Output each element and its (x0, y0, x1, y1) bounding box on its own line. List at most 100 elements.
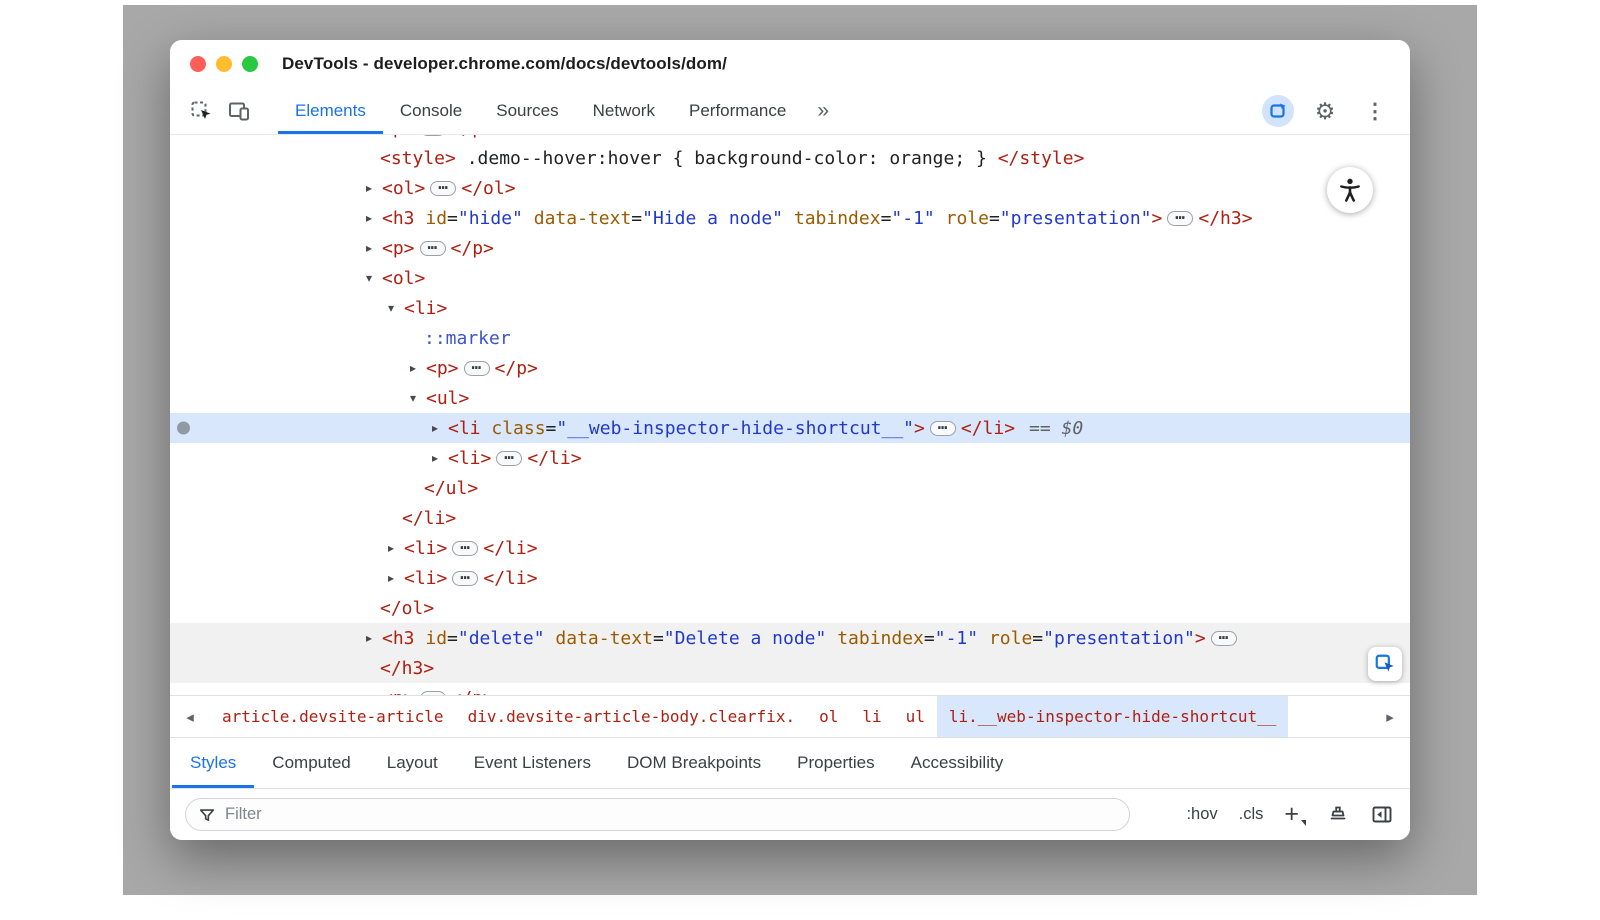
dom-tree-row[interactable]: </li> (170, 503, 1410, 533)
expand-ellipsis-button[interactable]: … (1211, 631, 1237, 646)
expand-arrow-icon[interactable]: ▸ (388, 541, 404, 555)
filter-field[interactable] (185, 798, 1130, 831)
code-token-attr: data-text (523, 208, 631, 229)
filter-input[interactable] (225, 805, 1117, 824)
dom-tree-row[interactable]: <style> .demo--hover:hover { background-… (170, 143, 1410, 173)
window-title: DevTools - developer.chrome.com/docs/dev… (282, 54, 727, 74)
code-token-val: "-1" (891, 208, 934, 229)
expand-ellipsis-button[interactable]: … (420, 241, 446, 256)
dom-tree-row[interactable]: ▸<li class="__web-inspector-hide-shortcu… (170, 413, 1410, 443)
new-style-rule-button[interactable]: + (1284, 802, 1306, 827)
expand-arrow-icon[interactable]: ▸ (432, 421, 448, 435)
dom-tree-row[interactable]: ▸<li>…</li> (170, 443, 1410, 473)
code-token-punct: = (881, 208, 892, 229)
dom-tree-row[interactable]: ▸<li>…</li> (170, 533, 1410, 563)
styles-tab-computed[interactable]: Computed (254, 738, 368, 788)
accessibility-overlay-button[interactable] (1327, 167, 1373, 213)
dom-tree-row[interactable]: ▸<li>…</li> (170, 563, 1410, 593)
dom-tree-row[interactable]: ▾<li> (170, 293, 1410, 323)
close-window-button[interactable] (190, 56, 206, 72)
device-toolbar-button[interactable] (220, 93, 258, 129)
code-token-tag: <h3 (382, 628, 415, 649)
breadcrumb-item[interactable]: li (850, 696, 893, 737)
inspect-button[interactable] (182, 93, 220, 129)
collapse-arrow-icon[interactable]: ▾ (410, 391, 426, 405)
tab-console[interactable]: Console (383, 88, 479, 134)
code-token-tag: </ol> (461, 178, 515, 199)
cast-button[interactable] (1262, 95, 1294, 127)
toggle-element-state-button[interactable]: :hov (1186, 805, 1217, 824)
styles-tab-styles[interactable]: Styles (172, 738, 254, 788)
expand-arrow-icon[interactable]: ▸ (432, 451, 448, 465)
stamp-button[interactable] (1327, 804, 1349, 826)
dom-tree-row[interactable]: ▾<ul> (170, 383, 1410, 413)
collapse-arrow-icon[interactable]: ▾ (366, 271, 382, 285)
dom-tree: ▸<p>…</p><style> .demo--hover:hover { ba… (170, 135, 1410, 695)
expand-arrow-icon[interactable]: ▸ (366, 691, 382, 695)
styles-tab-accessibility[interactable]: Accessibility (893, 738, 1022, 788)
dom-tree-row[interactable]: </h3> (170, 653, 1410, 683)
minimize-window-button[interactable] (216, 56, 232, 72)
expand-arrow-icon[interactable]: ▸ (388, 571, 404, 585)
breadcrumb-item[interactable]: ul (894, 696, 937, 737)
styles-tab-properties[interactable]: Properties (779, 738, 892, 788)
expand-arrow-icon[interactable]: ▸ (366, 181, 382, 195)
tab-network[interactable]: Network (576, 88, 672, 134)
devtools-window: DevTools - developer.chrome.com/docs/dev… (170, 40, 1410, 840)
dom-tree-row[interactable]: ▸<p>…</p> (170, 233, 1410, 263)
expand-arrow-icon[interactable]: ▸ (366, 241, 382, 255)
code-token-attr: tabindex (783, 208, 881, 229)
expand-ellipsis-button[interactable]: … (452, 541, 478, 556)
expand-ellipsis-button[interactable]: … (430, 181, 456, 196)
breadcrumb-item[interactable]: article.devsite-article (210, 696, 456, 737)
expand-arrow-icon[interactable]: ▸ (410, 361, 426, 375)
expand-ellipsis-button[interactable]: … (420, 691, 446, 696)
breadcrumb-back-button[interactable]: ◂ (170, 696, 210, 737)
styles-tab-dom-breakpoints[interactable]: DOM Breakpoints (609, 738, 779, 788)
breadcrumb-forward-button[interactable]: ▸ (1370, 696, 1410, 737)
expand-ellipsis-button[interactable]: … (930, 421, 956, 436)
dom-tree-row[interactable]: ::marker (170, 323, 1410, 353)
dom-tree-row[interactable]: ▸<h3 id="hide" data-text="Hide a node" t… (170, 203, 1410, 233)
dom-tree-row[interactable]: ▸<h3 id="delete" data-text="Delete a nod… (170, 623, 1410, 653)
more-tabs-button[interactable]: » (803, 88, 843, 134)
code-token-tag: <h3 (382, 208, 415, 229)
dom-tree-row[interactable]: ▸<p>…</p> (170, 353, 1410, 383)
breadcrumb-item[interactable]: li.__web-inspector-hide-shortcut__ (937, 696, 1289, 737)
styles-tab-event-listeners[interactable]: Event Listeners (456, 738, 609, 788)
dollar-zero-hint: == $0 (1029, 418, 1083, 439)
code-token-tag: > (1195, 628, 1206, 649)
dom-tree-row[interactable]: ▸<p>…</p> (170, 135, 1410, 143)
settings-button[interactable]: ⚙ (1306, 93, 1344, 129)
expand-ellipsis-button[interactable]: … (464, 361, 490, 376)
dom-tree-row[interactable]: </ol> (170, 593, 1410, 623)
dom-tree-row[interactable]: ▾<ol> (170, 263, 1410, 293)
expand-ellipsis-button[interactable]: … (1167, 211, 1193, 226)
code-token-punct: = (447, 628, 458, 649)
code-token-attr: role (978, 628, 1032, 649)
expand-arrow-icon[interactable]: ▸ (366, 211, 382, 225)
styles-tab-layout[interactable]: Layout (369, 738, 456, 788)
code-token-val: "Hide a node" (642, 208, 783, 229)
dom-tree-row[interactable]: ▸<ol>…</ol> (170, 173, 1410, 203)
code-token-punct: = (447, 208, 458, 229)
code-token-punct: = (924, 628, 935, 649)
code-token-tag: </h3> (1198, 208, 1252, 229)
breadcrumb-item[interactable]: div.devsite-article-body.clearfix. (456, 696, 808, 737)
expand-ellipsis-button[interactable]: … (496, 451, 522, 466)
expand-arrow-icon[interactable]: ▸ (366, 631, 382, 645)
breadcrumb-item[interactable]: ol (807, 696, 850, 737)
tab-performance[interactable]: Performance (672, 88, 803, 134)
sidebar-toggle-button[interactable] (1370, 803, 1394, 827)
element-classes-button[interactable]: .cls (1239, 805, 1264, 824)
zoom-window-button[interactable] (242, 56, 258, 72)
inspect-badge-button[interactable] (1368, 647, 1402, 681)
expand-ellipsis-button[interactable]: … (420, 135, 446, 136)
tab-elements[interactable]: Elements (278, 88, 383, 134)
expand-ellipsis-button[interactable]: … (452, 571, 478, 586)
collapse-arrow-icon[interactable]: ▾ (388, 301, 404, 315)
devtools-menu-button[interactable]: ⋮ (1356, 93, 1394, 129)
dom-tree-row[interactable]: </ul> (170, 473, 1410, 503)
tab-sources[interactable]: Sources (479, 88, 575, 134)
dom-tree-row[interactable]: ▸<p>…</p> (170, 683, 1410, 695)
